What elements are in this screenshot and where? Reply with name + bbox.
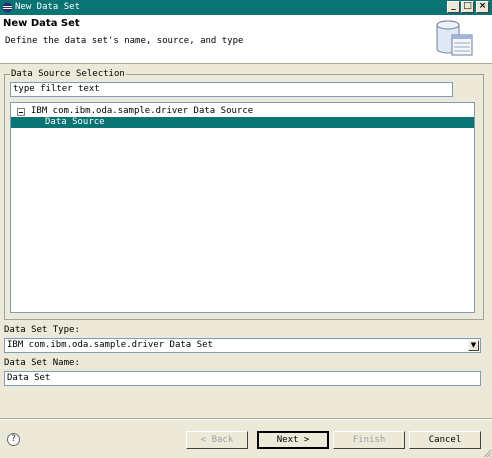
finish-button[interactable]: Finish	[333, 431, 405, 449]
dataset-name-label: Data Set Name:	[4, 358, 80, 368]
window-title: New Data Set	[15, 2, 81, 12]
help-icon[interactable]: ?	[7, 433, 20, 446]
tree-item-datasource[interactable]: Data Source	[11, 117, 474, 128]
database-wizard-icon	[436, 20, 473, 56]
back-button[interactable]: < Back	[186, 431, 248, 449]
tree-item-label: Data Source	[45, 117, 105, 127]
tree-item-driver[interactable]: IBM com.ibm.oda.sample.driver Data Sourc…	[11, 106, 474, 117]
dataset-type-select[interactable]: IBM com.ibm.oda.sample.driver Data Set ▼	[4, 338, 481, 353]
next-button[interactable]: Next >	[257, 431, 329, 449]
dataset-type-value: IBM com.ibm.oda.sample.driver Data Set	[7, 340, 213, 350]
dataset-name-input[interactable]: Data Set	[4, 371, 481, 386]
page-title: New Data Set	[3, 18, 80, 29]
filter-input[interactable]: type filter text	[10, 82, 453, 97]
close-button[interactable]: ×	[476, 1, 489, 13]
collapse-icon[interactable]	[17, 108, 25, 116]
dataset-type-label: Data Set Type:	[4, 325, 80, 335]
divider	[0, 418, 492, 420]
minimize-button[interactable]: _	[447, 1, 460, 13]
datasource-tree[interactable]: IBM com.ibm.oda.sample.driver Data Sourc…	[10, 102, 475, 313]
cancel-button[interactable]: Cancel	[409, 431, 481, 449]
chevron-down-icon[interactable]: ▼	[468, 340, 479, 351]
title-bar: New Data Set _ □ ×	[0, 0, 492, 15]
eclipse-icon	[2, 2, 13, 13]
tree-item-label: IBM com.ibm.oda.sample.driver Data Sourc…	[31, 106, 254, 116]
maximize-button[interactable]: □	[461, 1, 474, 13]
page-description: Define the data set's name, source, and …	[5, 36, 244, 46]
datasource-group-label: Data Source Selection	[10, 69, 126, 79]
resize-grip-icon[interactable]	[482, 448, 492, 458]
wizard-header: New Data Set Define the data set's name,…	[0, 15, 492, 64]
